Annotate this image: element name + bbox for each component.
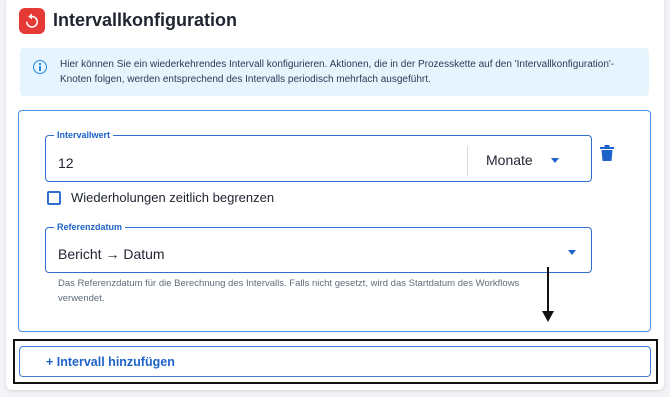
reference-date-value: Bericht → Datum (58, 246, 165, 262)
interval-value-field[interactable]: Intervallwert 12 Monate (45, 130, 592, 182)
limit-repetitions-checkbox[interactable] (47, 191, 61, 205)
info-alert: Hier können Sie ein wiederkehrendes Inte… (20, 48, 649, 96)
interval-value-label: Intervallwert (57, 130, 111, 140)
interval-value-input[interactable]: 12 (58, 154, 74, 172)
field-divider (467, 146, 468, 176)
reset-icon (19, 8, 45, 34)
reference-date-select[interactable]: Referenzdatum Bericht → Datum (45, 222, 592, 273)
interval-unit-select[interactable]: Monate (486, 151, 533, 169)
reference-date-helper: Das Referenzdatum für die Berechnung des… (58, 278, 520, 304)
info-text: Hier können Sie ein wiederkehrendes Inte… (60, 59, 615, 85)
reference-date-label: Referenzdatum (57, 222, 123, 232)
add-interval-button[interactable]: + Intervall hinzufügen (19, 346, 651, 377)
info-icon (33, 60, 47, 74)
trash-icon[interactable] (600, 145, 614, 166)
chevron-down-icon[interactable] (568, 250, 576, 255)
page-title: Intervallkonfiguration (53, 10, 238, 30)
limit-repetitions-label: Wiederholungen zeitlich begrenzen (71, 190, 275, 205)
annotation-arrow (542, 267, 554, 322)
chevron-down-icon[interactable] (551, 158, 559, 163)
